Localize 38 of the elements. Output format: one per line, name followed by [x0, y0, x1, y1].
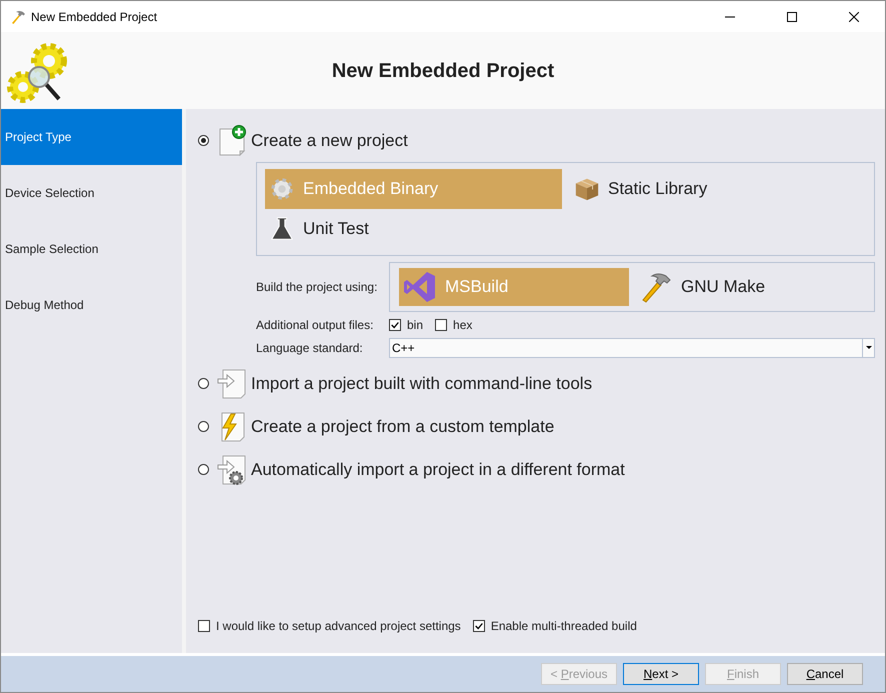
project-type-tile[interactable]: Static Library — [570, 169, 866, 209]
option-label[interactable]: Import a project built with command-line tools — [251, 374, 592, 394]
checkbox[interactable] — [472, 620, 485, 632]
gear-icon — [269, 176, 295, 202]
option-label[interactable]: Create a project from a custom template — [251, 416, 554, 436]
sidebar-item[interactable]: Sample Selection — [1, 221, 182, 277]
wizard-button[interactable]: Cancel — [787, 663, 863, 685]
checkbox[interactable] — [435, 319, 448, 331]
radio-button[interactable] — [198, 421, 209, 432]
page-title: New Embedded Project — [332, 60, 554, 83]
cardboard-box-icon — [574, 176, 600, 202]
visual-studio-icon — [403, 270, 437, 304]
radio-button[interactable] — [198, 378, 209, 389]
output-files-label: Additional output files: — [256, 318, 374, 332]
project-type-tile[interactable]: Unit Test — [265, 209, 562, 249]
hammer-icon — [10, 8, 26, 24]
radio-button[interactable] — [198, 464, 209, 475]
checkbox[interactable] — [198, 620, 210, 632]
language-dropdown[interactable]: C++ — [389, 338, 875, 358]
sidebar-item[interactable]: Project Type — [1, 109, 182, 165]
checkbox[interactable] — [389, 319, 401, 331]
window-title: New Embedded Project — [31, 10, 158, 24]
checkbox-label[interactable]: Enable multi-threaded build — [490, 619, 637, 633]
dropdown-arrow-icon — [866, 346, 872, 350]
wizard-button[interactable]: Next > — [623, 663, 699, 685]
checkbox-label[interactable]: hex — [453, 318, 472, 332]
flask-icon — [269, 216, 295, 242]
new-document-icon — [217, 124, 249, 156]
sidebar-item[interactable]: Debug Method — [1, 277, 182, 333]
option-label[interactable]: Create a new project — [251, 130, 408, 150]
sidebar-item[interactable]: Device Selection — [1, 165, 182, 221]
build-label: Build the project using: — [256, 280, 378, 294]
option-label[interactable]: Automatically import a project in a different format — [251, 460, 625, 480]
language-label: Language standard: — [256, 341, 364, 355]
radio-button[interactable] — [198, 135, 209, 146]
build-system-tile[interactable]: GNU Make — [635, 268, 865, 306]
checkbox-label[interactable]: I would like to setup advanced project settings — [216, 619, 461, 633]
checkbox-label[interactable]: bin — [407, 318, 424, 332]
